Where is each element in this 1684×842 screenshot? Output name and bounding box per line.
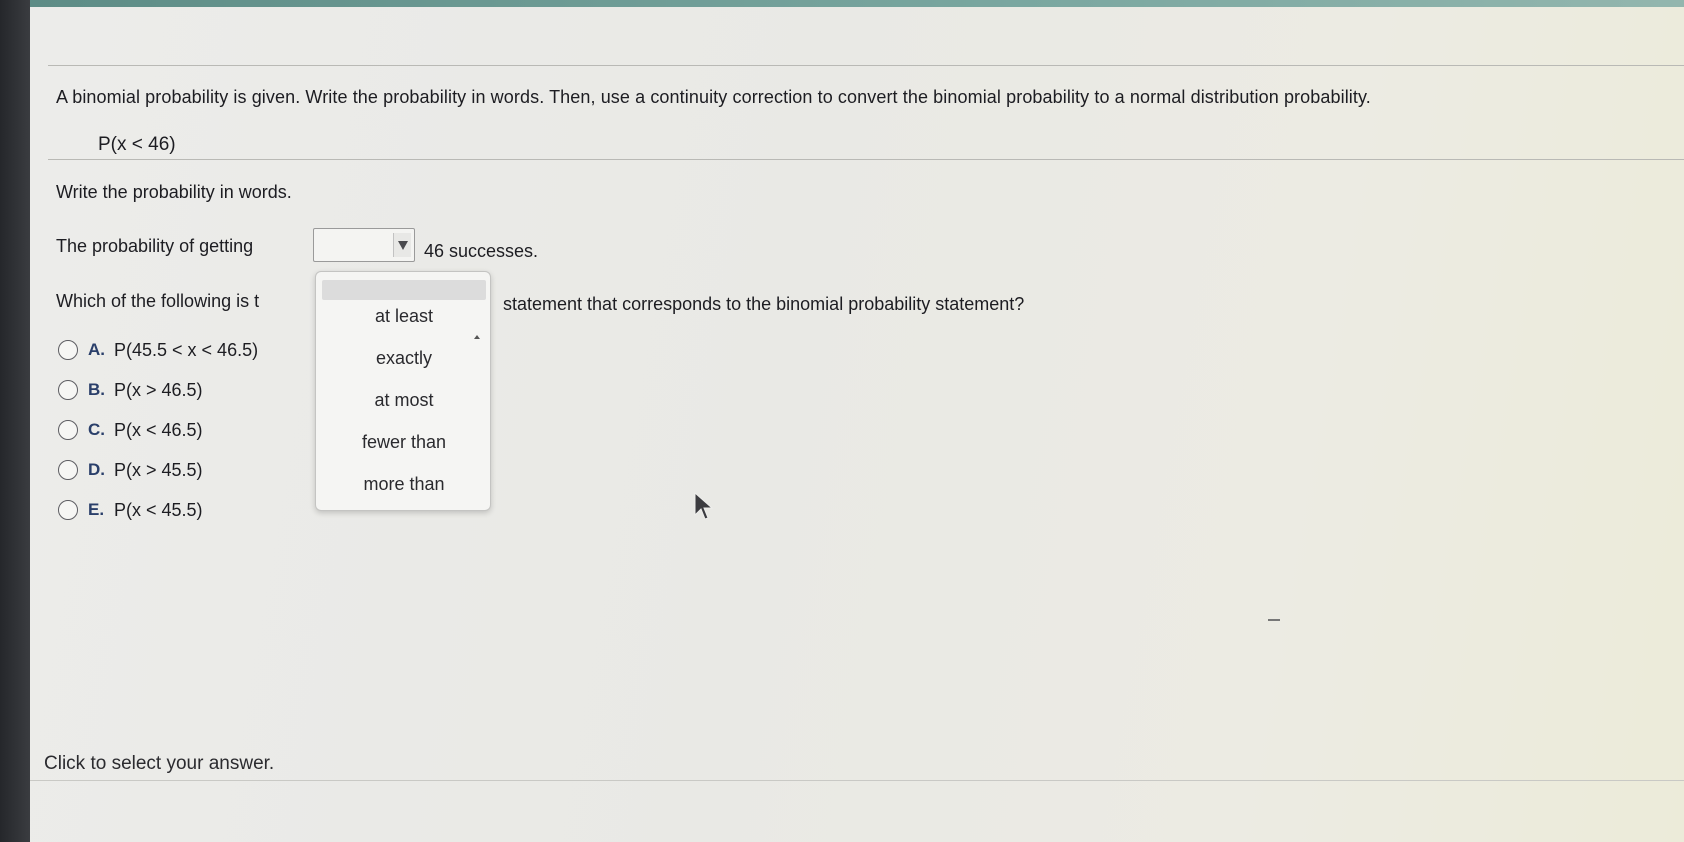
dropdown-option-at-least[interactable]: at least xyxy=(316,306,492,327)
probability-words-dropdown[interactable]: at least exactly at most fewer than more… xyxy=(315,271,491,511)
part2-question-suffix: statement that corresponds to the binomi… xyxy=(503,294,1025,314)
radio-button[interactable] xyxy=(58,500,78,520)
choice-text: P(x < 46.5) xyxy=(114,419,203,440)
footer-hint: Click to select your answer. xyxy=(44,753,275,774)
mouse-pointer-icon xyxy=(693,491,715,526)
question-intro: A binomial probability is given. Write t… xyxy=(56,87,1371,107)
probability-words-select[interactable] xyxy=(313,228,415,262)
choice-text: P(x > 46.5) xyxy=(114,379,203,400)
radio-button[interactable] xyxy=(58,420,78,440)
dropdown-blank-option[interactable] xyxy=(322,280,486,300)
sentence-prefix: The probability of getting xyxy=(56,236,254,256)
choice-text: P(45.5 < x < 46.5) xyxy=(114,339,259,360)
radio-button[interactable] xyxy=(58,460,78,480)
screen-speck xyxy=(1268,619,1280,621)
select-dropdown-arrow[interactable] xyxy=(393,233,411,257)
dropdown-option-fewer-than[interactable]: fewer than xyxy=(316,432,492,453)
choice-letter: E. xyxy=(88,500,105,519)
dropdown-option-more-than[interactable]: more than xyxy=(316,474,492,495)
part1-heading: Write the probability in words. xyxy=(56,182,292,202)
choice-c[interactable]: C. P(x < 46.5) xyxy=(58,417,203,443)
sentence-suffix: 46 successes. xyxy=(424,241,539,261)
choice-letter: A. xyxy=(88,340,105,359)
choice-letter: B. xyxy=(88,380,105,399)
header-accent-strip xyxy=(30,0,1684,7)
top-divider xyxy=(48,65,1684,66)
radio-button[interactable] xyxy=(58,340,78,360)
radio-button[interactable] xyxy=(58,380,78,400)
choice-e[interactable]: E. P(x < 45.5) xyxy=(58,497,203,523)
binomial-expression: P(x < 46) xyxy=(98,134,176,155)
scroll-up-caret-icon[interactable] xyxy=(474,335,480,339)
triangle-down-icon xyxy=(397,241,408,250)
dropdown-option-exactly[interactable]: exactly xyxy=(316,348,492,369)
monitor-bezel xyxy=(0,0,30,842)
part2-question-prefix: Which of the following is t xyxy=(56,291,260,311)
dropdown-option-at-most[interactable]: at most xyxy=(316,390,492,411)
choice-text: P(x < 45.5) xyxy=(114,499,203,520)
section-divider xyxy=(48,159,1684,160)
choice-a[interactable]: A. P(45.5 < x < 46.5) xyxy=(58,337,258,363)
choice-d[interactable]: D. P(x > 45.5) xyxy=(58,457,203,483)
choice-b[interactable]: B. P(x > 46.5) xyxy=(58,377,203,403)
choice-text: P(x > 45.5) xyxy=(114,459,203,480)
choice-letter: D. xyxy=(88,460,105,479)
question-screen: A binomial probability is given. Write t… xyxy=(30,7,1684,842)
choice-letter: C. xyxy=(88,420,105,439)
footer-divider xyxy=(30,780,1684,781)
